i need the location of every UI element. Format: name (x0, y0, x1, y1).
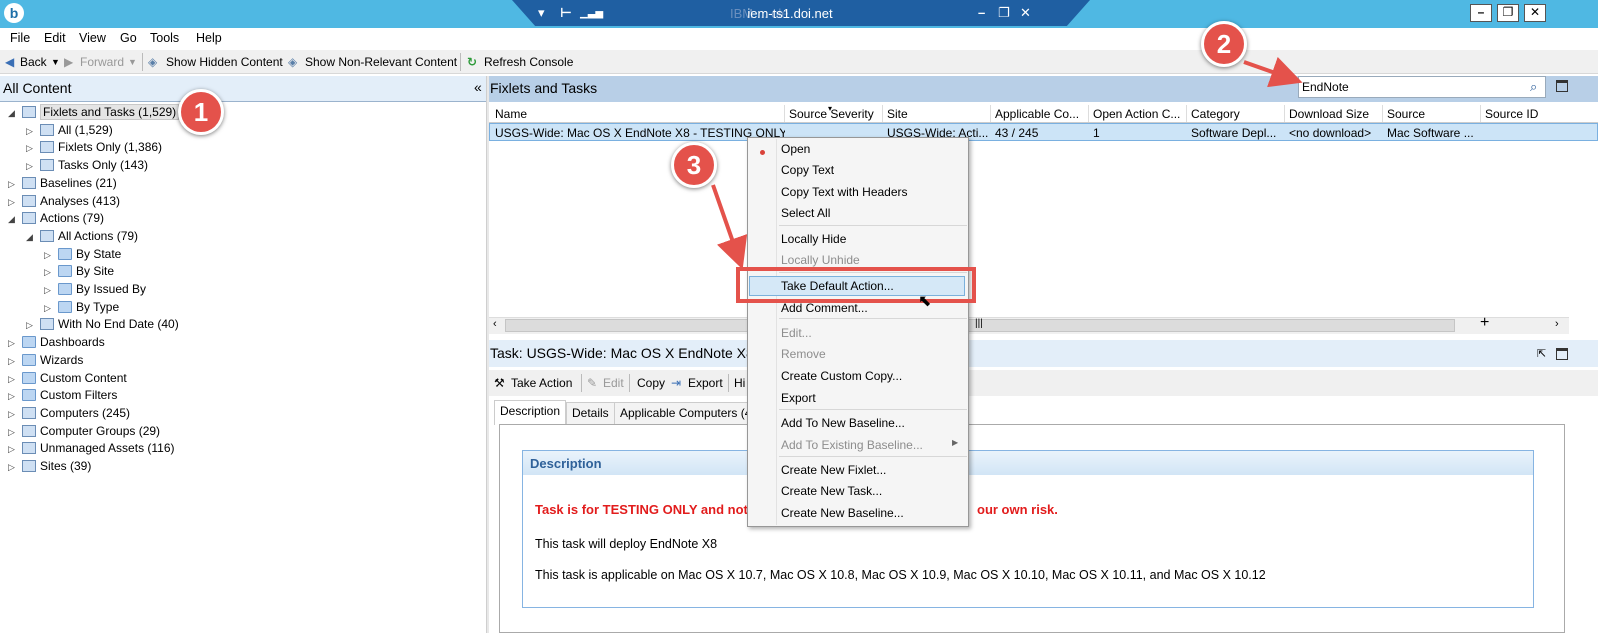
annotation-badge-1: 1 (178, 89, 224, 135)
annotation-badge-3: 3 (671, 142, 717, 188)
annotation-arrows (711, 56, 1303, 270)
arrow-2 (1243, 56, 1303, 88)
arrow-3 (711, 184, 748, 270)
annotation-badge-2: 2 (1201, 21, 1247, 67)
